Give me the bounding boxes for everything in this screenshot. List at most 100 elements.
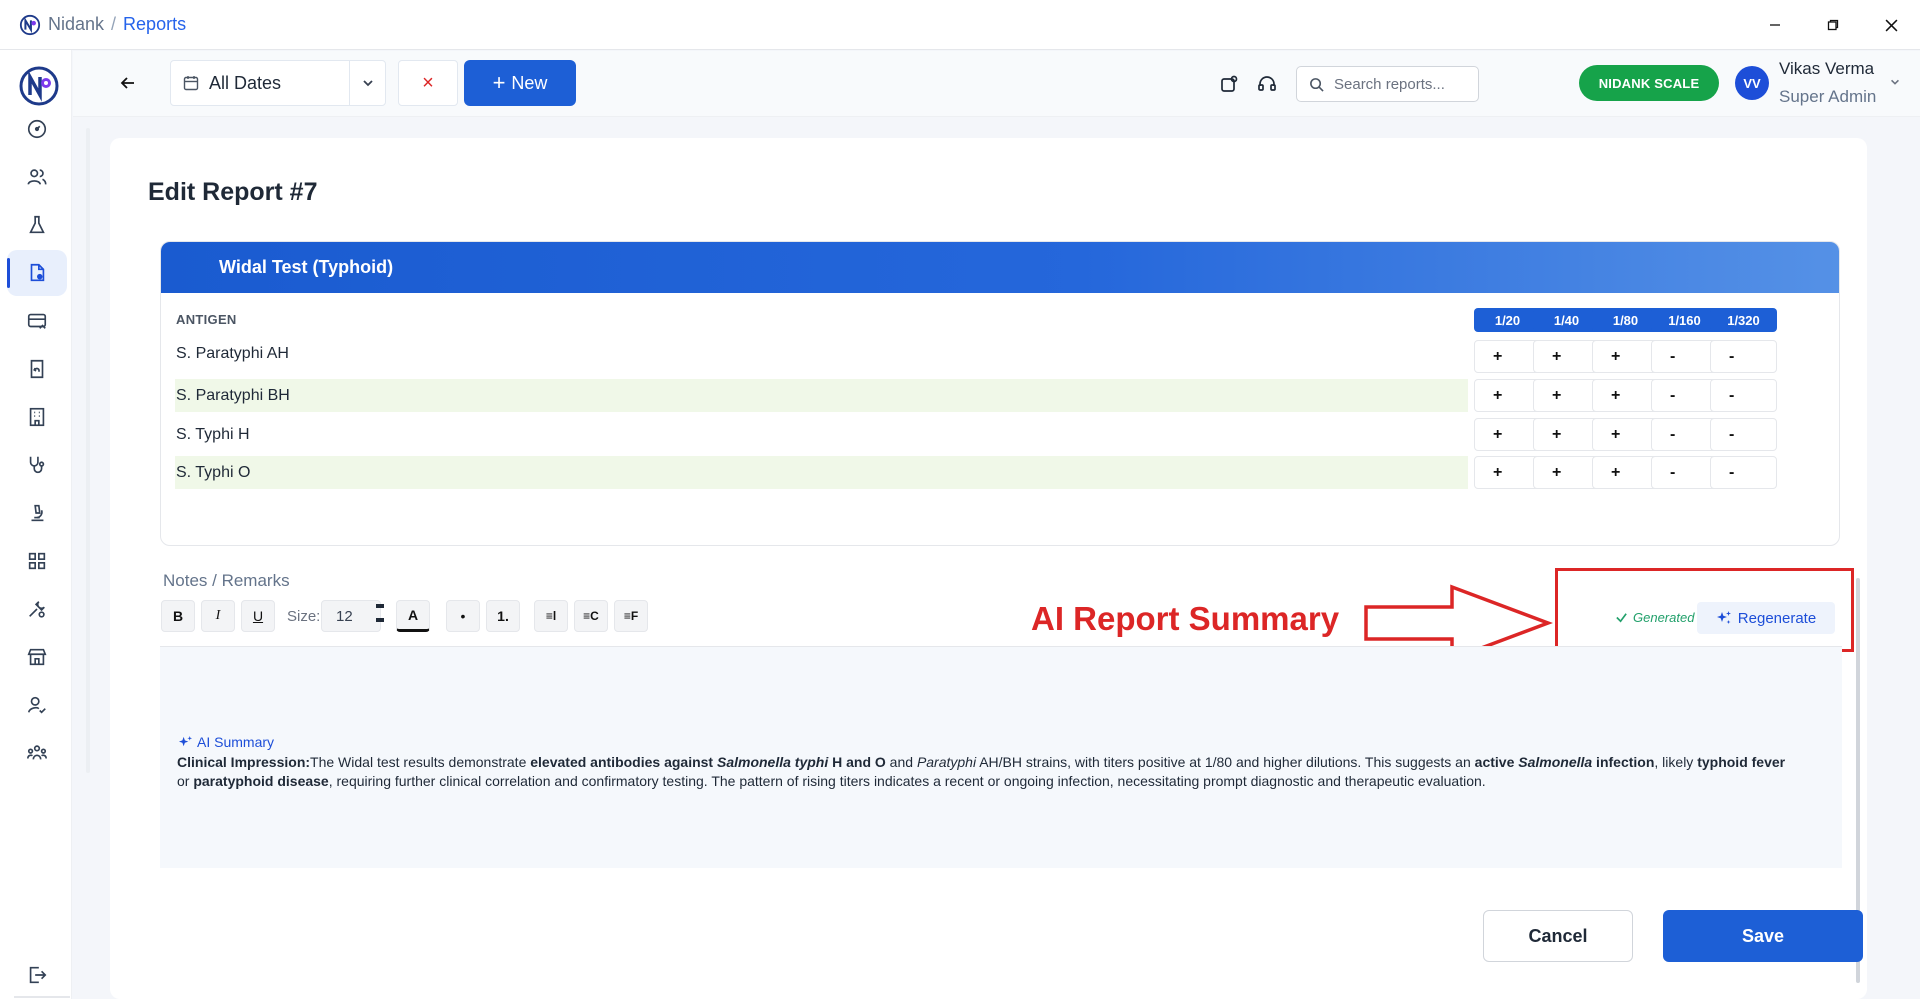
result-cell[interactable]: + <box>1592 340 1659 373</box>
notification-icon[interactable] <box>1214 69 1244 99</box>
sidebar-item-doctors[interactable] <box>7 442 67 488</box>
regenerate-button[interactable]: Regenerate <box>1697 602 1835 634</box>
numbered-list-button[interactable]: 1. <box>486 600 520 632</box>
minimize-icon[interactable] <box>1760 10 1790 40</box>
flask-icon <box>29 215 45 234</box>
dilution-header: 1/20 <box>1474 308 1541 332</box>
notes-editor[interactable]: AI Summary Clinical Impression:The Widal… <box>160 646 1842 868</box>
sparkles-icon <box>1716 611 1731 624</box>
result-cell[interactable]: + <box>1474 456 1541 489</box>
date-filter-select[interactable]: All Dates <box>170 60 386 106</box>
result-cell[interactable]: - <box>1710 379 1777 412</box>
result-cell[interactable]: - <box>1710 340 1777 373</box>
result-cell[interactable]: - <box>1651 379 1718 412</box>
close-icon: × <box>422 71 434 94</box>
summary-segment: infection <box>1592 754 1655 770</box>
sidebar-item-tests[interactable] <box>7 202 67 248</box>
ai-summary-text: Clinical Impression:The Widal test resul… <box>177 753 1787 791</box>
result-cell[interactable]: + <box>1592 456 1659 489</box>
restore-icon[interactable] <box>1818 10 1848 40</box>
align-center-button[interactable]: ≡C <box>574 600 608 632</box>
result-cell[interactable]: + <box>1474 418 1541 451</box>
underline-button[interactable]: U <box>241 600 275 632</box>
sidebar-scrollbar[interactable] <box>86 128 90 773</box>
ai-report-summary-annotation: AI Report Summary <box>1031 600 1340 637</box>
summary-segment: or <box>177 773 194 789</box>
font-size-stepper[interactable] <box>376 604 384 628</box>
dilution-header: 1/160 <box>1651 308 1718 332</box>
result-cell[interactable]: + <box>1474 340 1541 373</box>
stethoscope-icon <box>29 456 45 474</box>
align-left-button[interactable]: ≡l <box>534 600 568 632</box>
result-cell[interactable]: + <box>1533 456 1600 489</box>
result-cell[interactable]: + <box>1474 379 1541 412</box>
summary-segment: active <box>1474 754 1519 770</box>
breadcrumb-page[interactable]: Reports <box>123 14 186 35</box>
result-cell[interactable]: + <box>1533 418 1600 451</box>
sidebar-item-reports[interactable] <box>7 250 67 296</box>
search-input[interactable] <box>1334 75 1464 93</box>
search-box[interactable] <box>1296 66 1479 102</box>
test-name: Widal Test (Typhoid) <box>219 257 394 277</box>
clear-filter-button[interactable]: × <box>398 60 458 106</box>
font-size-input[interactable]: 12 <box>321 600 381 632</box>
sidebar-item-tools[interactable] <box>7 586 67 632</box>
result-cell[interactable]: + <box>1533 379 1600 412</box>
sidebar-item-store[interactable] <box>7 634 67 680</box>
align-justify-button[interactable]: ≡F <box>614 600 648 632</box>
user-role: Super Admin <box>1779 87 1877 106</box>
nidank-scale-button[interactable]: NIDANK SCALE <box>1579 65 1719 101</box>
generated-label: Generated <box>1633 610 1695 625</box>
chevron-down-icon[interactable] <box>349 61 385 105</box>
bold-button[interactable]: B <box>161 600 195 632</box>
result-cell[interactable]: - <box>1651 340 1718 373</box>
calendar-icon <box>183 76 199 91</box>
sidebar-item-patients[interactable] <box>7 154 67 200</box>
italic-button[interactable]: I <box>201 600 235 632</box>
chevron-down-icon[interactable] <box>1889 75 1901 93</box>
users-icon <box>27 169 47 185</box>
cancel-button[interactable]: Cancel <box>1483 910 1633 962</box>
notes-label: Notes / Remarks <box>163 571 290 590</box>
result-cell[interactable]: + <box>1592 379 1659 412</box>
sidebar-item-team[interactable] <box>7 730 67 776</box>
save-button[interactable]: Save <box>1663 910 1863 962</box>
text-color-button[interactable]: A <box>396 600 430 632</box>
dilution-header: 1/80 <box>1592 308 1659 332</box>
sidebar-item-staff[interactable] <box>7 682 67 728</box>
result-cell[interactable]: - <box>1710 456 1777 489</box>
title-bar: Nidank / Reports <box>0 0 1920 50</box>
sidebar-item-lab[interactable] <box>7 490 67 536</box>
summary-segment: Paratyphi <box>916 754 977 770</box>
user-check-icon <box>27 696 46 714</box>
user-name[interactable]: Vikas Verma <box>1779 59 1874 79</box>
sidebar-item-branches[interactable] <box>7 394 67 440</box>
result-cell[interactable]: + <box>1533 340 1600 373</box>
new-report-button[interactable]: + New <box>464 60 576 106</box>
dashboard-gauge-icon <box>27 119 47 139</box>
antigen-column-header: ANTIGEN <box>176 312 237 327</box>
result-cell[interactable]: + <box>1592 418 1659 451</box>
back-button[interactable] <box>113 68 143 98</box>
sidebar-item-dashboard[interactable] <box>7 106 67 152</box>
summary-segment: Salmonella <box>1518 754 1593 770</box>
top-toolbar: All Dates × + New NIDANK SCALE VV Vikas … <box>73 51 1920 117</box>
logout-icon <box>29 966 47 984</box>
result-cell[interactable]: - <box>1651 456 1718 489</box>
sidebar-item-refunds[interactable] <box>7 346 67 392</box>
sidebar-item-modules[interactable] <box>7 538 67 584</box>
sidebar-item-logout[interactable] <box>7 952 67 998</box>
close-icon[interactable] <box>1876 10 1906 40</box>
dilution-header: 1/40 <box>1533 308 1600 332</box>
result-cell[interactable]: - <box>1651 418 1718 451</box>
nidank-logo-icon[interactable] <box>18 65 60 107</box>
page-title: Edit Report #7 <box>148 178 318 206</box>
antigen-name: S. Paratyphi BH <box>176 386 290 404</box>
store-icon <box>27 648 47 666</box>
sidebar-item-billing[interactable] <box>7 298 67 344</box>
avatar[interactable]: VV <box>1735 66 1769 100</box>
headset-support-icon[interactable] <box>1252 69 1282 99</box>
bullet-list-button[interactable]: • <box>446 600 480 632</box>
summary-segment: H and O <box>828 754 886 770</box>
result-cell[interactable]: - <box>1710 418 1777 451</box>
